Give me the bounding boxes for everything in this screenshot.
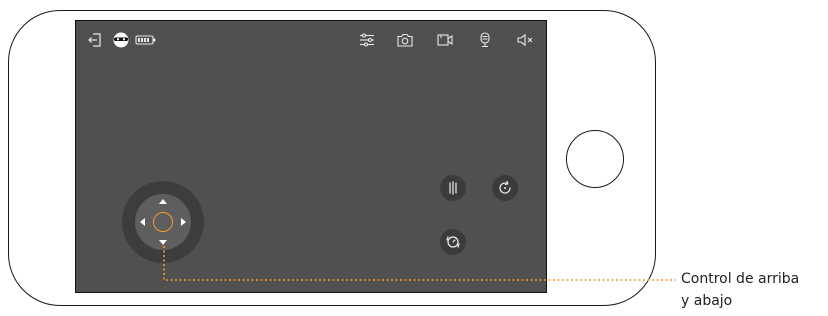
callout-label: Control de arriba y abajo — [681, 268, 799, 312]
mute-icon[interactable] — [516, 31, 534, 49]
joystick-center-knob[interactable] — [153, 212, 173, 232]
direction-joystick[interactable] — [122, 181, 204, 263]
arrow-up-icon[interactable] — [159, 199, 167, 204]
spin-button[interactable] — [440, 229, 466, 255]
arrow-right-icon[interactable] — [181, 218, 186, 226]
callout-label-line-1: Control de arriba — [681, 271, 800, 287]
illustration: Control de arriba y abajo — [0, 0, 828, 316]
robot-avatar-icon — [112, 31, 130, 49]
camera-icon[interactable] — [396, 31, 414, 49]
video-record-icon[interactable] — [436, 31, 454, 49]
app-screen — [75, 20, 547, 293]
microphone-icon[interactable] — [476, 31, 494, 49]
brush-button[interactable] — [440, 175, 466, 201]
exit-icon[interactable] — [86, 31, 104, 49]
settings-sliders-icon[interactable] — [358, 31, 376, 49]
callout-label-line-2: y abajo — [681, 293, 733, 309]
home-button[interactable] — [566, 130, 624, 188]
rotate-button[interactable] — [492, 175, 518, 201]
arrow-down-icon[interactable] — [159, 240, 167, 245]
joystick-ring[interactable] — [135, 194, 191, 250]
arrow-left-icon[interactable] — [140, 218, 145, 226]
battery-icon — [134, 31, 158, 49]
